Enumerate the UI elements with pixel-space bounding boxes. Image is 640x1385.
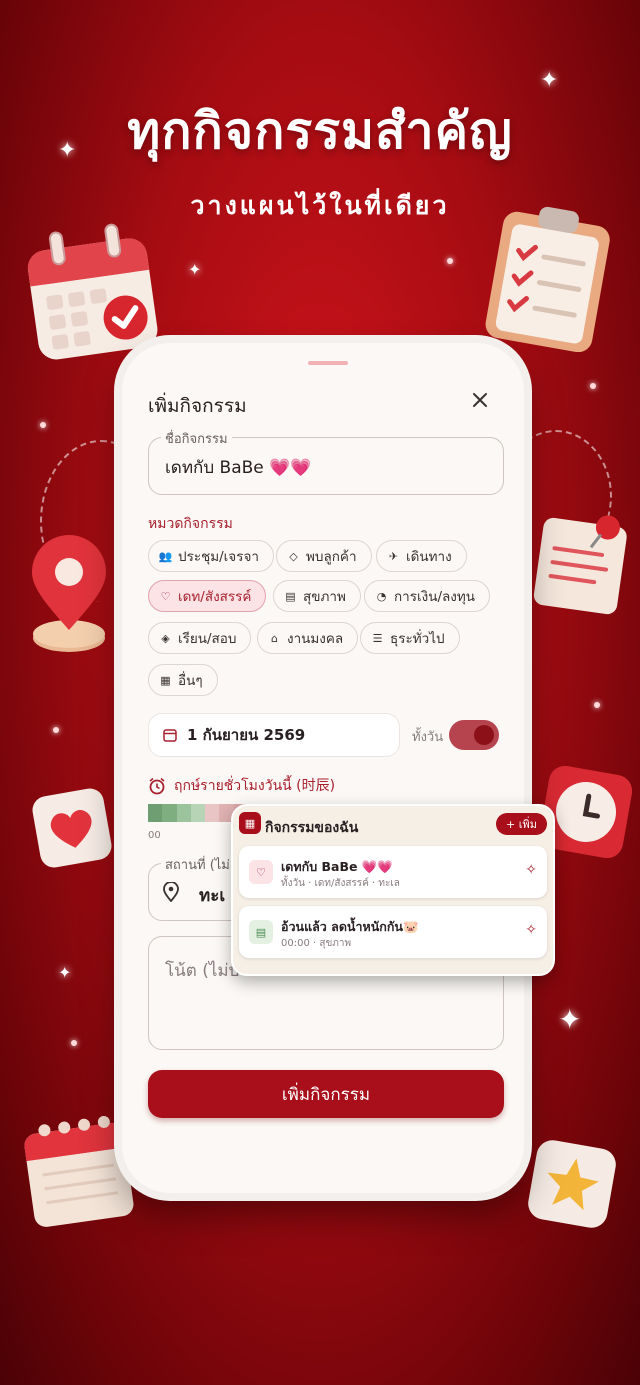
- date-value: 1 กันยายน 2569: [187, 726, 306, 744]
- activity-title: เดทกับ BaBe 💗💗: [281, 859, 393, 874]
- chip-health[interactable]: ▤ สุขภาพ: [273, 580, 361, 612]
- chip-label: เดินทาง: [406, 549, 452, 565]
- heart-tile-icon: [32, 788, 112, 868]
- health-icon: ▤: [285, 589, 296, 603]
- chip-label: ธุระทั่วไป: [390, 631, 445, 647]
- sparkle-icon: ✦: [540, 68, 559, 93]
- auspicious-hours-text: ฤกษ์รายชั่วโมงวันนี้ (时辰): [174, 778, 336, 794]
- chip-label: พบลูกค้า: [306, 549, 357, 565]
- date-picker[interactable]: 1 กันยายน 2569: [148, 713, 400, 757]
- chip-finance[interactable]: ◔ การเงิน/ลงทุน: [364, 580, 490, 612]
- chip-label: อื่นๆ: [178, 673, 203, 689]
- activity-title: อ้วนแล้ว ลดน้ำหนักกัน🐷: [281, 919, 419, 934]
- chip-label: งานมงคล: [287, 631, 344, 647]
- add-activity-button[interactable]: เพิ่มกิจกรรม: [148, 1070, 504, 1118]
- notepad-icon: [24, 1115, 134, 1227]
- graduation-cap-icon: ◈: [161, 631, 170, 645]
- close-button[interactable]: [467, 387, 493, 413]
- toggle-knob: [474, 725, 494, 745]
- pinned-note-icon: [533, 515, 627, 615]
- list-item[interactable]: ▤ อ้วนแล้ว ลดน้ำหนักกัน🐷 00:00 · สุขภาพ …: [239, 906, 547, 958]
- location-value: ทะเ: [199, 886, 226, 906]
- activity-name-field[interactable]: ชื่อกิจกรรม เดทกับ BaBe 💗💗: [148, 428, 504, 495]
- location-pin-icon: [32, 535, 106, 652]
- alarm-clock-icon: [149, 777, 165, 795]
- star-tile-icon: [528, 1140, 616, 1228]
- plane-icon: ✈: [388, 549, 399, 563]
- chip-label: เดท/สังสรรค์: [178, 589, 252, 605]
- chip-ceremony[interactable]: ⌂ งานมงคล: [257, 622, 359, 654]
- glow-dot: [53, 727, 59, 733]
- chip-errands[interactable]: ☰ ธุระทั่วไป: [360, 622, 460, 654]
- map-pin-icon: [163, 882, 179, 902]
- hero-title: ทุกกิจกรรมสำคัญ: [127, 102, 513, 160]
- sparkle-icon: ✦: [58, 963, 72, 982]
- health-icon: ▤: [249, 920, 273, 944]
- sparkle-icon[interactable]: ✧: [525, 922, 537, 938]
- auspicious-hours-label: ฤกษ์รายชั่วโมงวันนี้ (时辰): [148, 775, 335, 797]
- glow-dot: [447, 258, 453, 264]
- checklist-icon: ☰: [372, 631, 383, 645]
- activity-meta: 00:00 · สุขภาพ: [281, 938, 352, 949]
- activity-name-value: เดทกับ BaBe 💗💗: [165, 458, 312, 478]
- close-icon: [473, 393, 487, 407]
- chip-label: สุขภาพ: [303, 589, 346, 605]
- chip-label: การเงิน/ลงทุน: [394, 589, 475, 605]
- chip-date-social[interactable]: ♡ เดท/สังสรรค์: [148, 580, 267, 612]
- list-item[interactable]: ♡ เดทกับ BaBe 💗💗 ทั้งวัน · เดท/สังสรรค์ …: [239, 846, 547, 898]
- sheet-title: เพิ่มกิจกรรม: [148, 395, 247, 417]
- note-placeholder: โน้ต (ไม่บั: [165, 961, 240, 981]
- diamond-icon: ◇: [289, 549, 298, 563]
- hour-tick: 00: [148, 830, 161, 841]
- chip-label: เรียน/สอบ: [178, 631, 237, 647]
- chip-label: ประชุม/เจรจา: [178, 549, 259, 565]
- phone-screen: เพิ่มกิจกรรม ชื่อกิจกรรม เดทกับ BaBe 💗💗 …: [122, 343, 524, 1193]
- allday-toggle[interactable]: [449, 720, 499, 750]
- widget-add-button[interactable]: + เพิ่ม: [496, 813, 547, 835]
- heart-icon: ♡: [249, 860, 273, 884]
- chip-client[interactable]: ◇ พบลูกค้า: [276, 540, 372, 572]
- activity-meta: ทั้งวัน · เดท/สังสรรค์ · ทะเล: [281, 878, 400, 889]
- sheet-handle[interactable]: [308, 361, 348, 365]
- app-logo-icon: ▦: [239, 812, 261, 834]
- sparkle-icon: ✦: [58, 138, 77, 163]
- widget-title: กิจกรรมของฉัน: [265, 820, 359, 836]
- sparkle-icon: ✦: [558, 1003, 582, 1036]
- glow-dot: [40, 422, 46, 428]
- calendar-icon: [163, 729, 177, 742]
- chip-other[interactable]: ▦ อื่นๆ: [148, 664, 218, 696]
- allday-label: ทั้งวัน: [412, 730, 444, 745]
- calendar-icon: ▦: [160, 673, 171, 687]
- location-label: สถานที่ (ไม่: [161, 854, 234, 875]
- chip-study[interactable]: ◈ เรียน/สอบ: [148, 622, 252, 654]
- people-icon: 👥: [158, 549, 173, 563]
- glow-dot: [71, 1040, 77, 1046]
- glow-dot: [590, 383, 596, 389]
- activity-name-label: ชื่อกิจกรรม: [161, 428, 232, 449]
- temple-icon: ⌂: [271, 631, 278, 645]
- category-label: หมวดกิจกรรม: [148, 516, 233, 532]
- calendar-check-icon: [27, 223, 158, 360]
- sparkle-icon: ✦: [188, 260, 202, 279]
- clipboard-checklist-icon: [485, 206, 610, 352]
- piggy-bank-icon: ◔: [376, 589, 387, 603]
- chip-meeting[interactable]: 👥 ประชุม/เจรจา: [148, 540, 274, 572]
- glow-dot: [594, 702, 600, 708]
- heart-icon: ♡: [160, 589, 171, 603]
- my-activities-widget: ▦ กิจกรรมของฉัน + เพิ่ม ♡ เดทกับ BaBe 💗💗…: [231, 804, 555, 976]
- chip-travel[interactable]: ✈ เดินทาง: [376, 540, 467, 572]
- sparkle-icon[interactable]: ✧: [525, 862, 537, 878]
